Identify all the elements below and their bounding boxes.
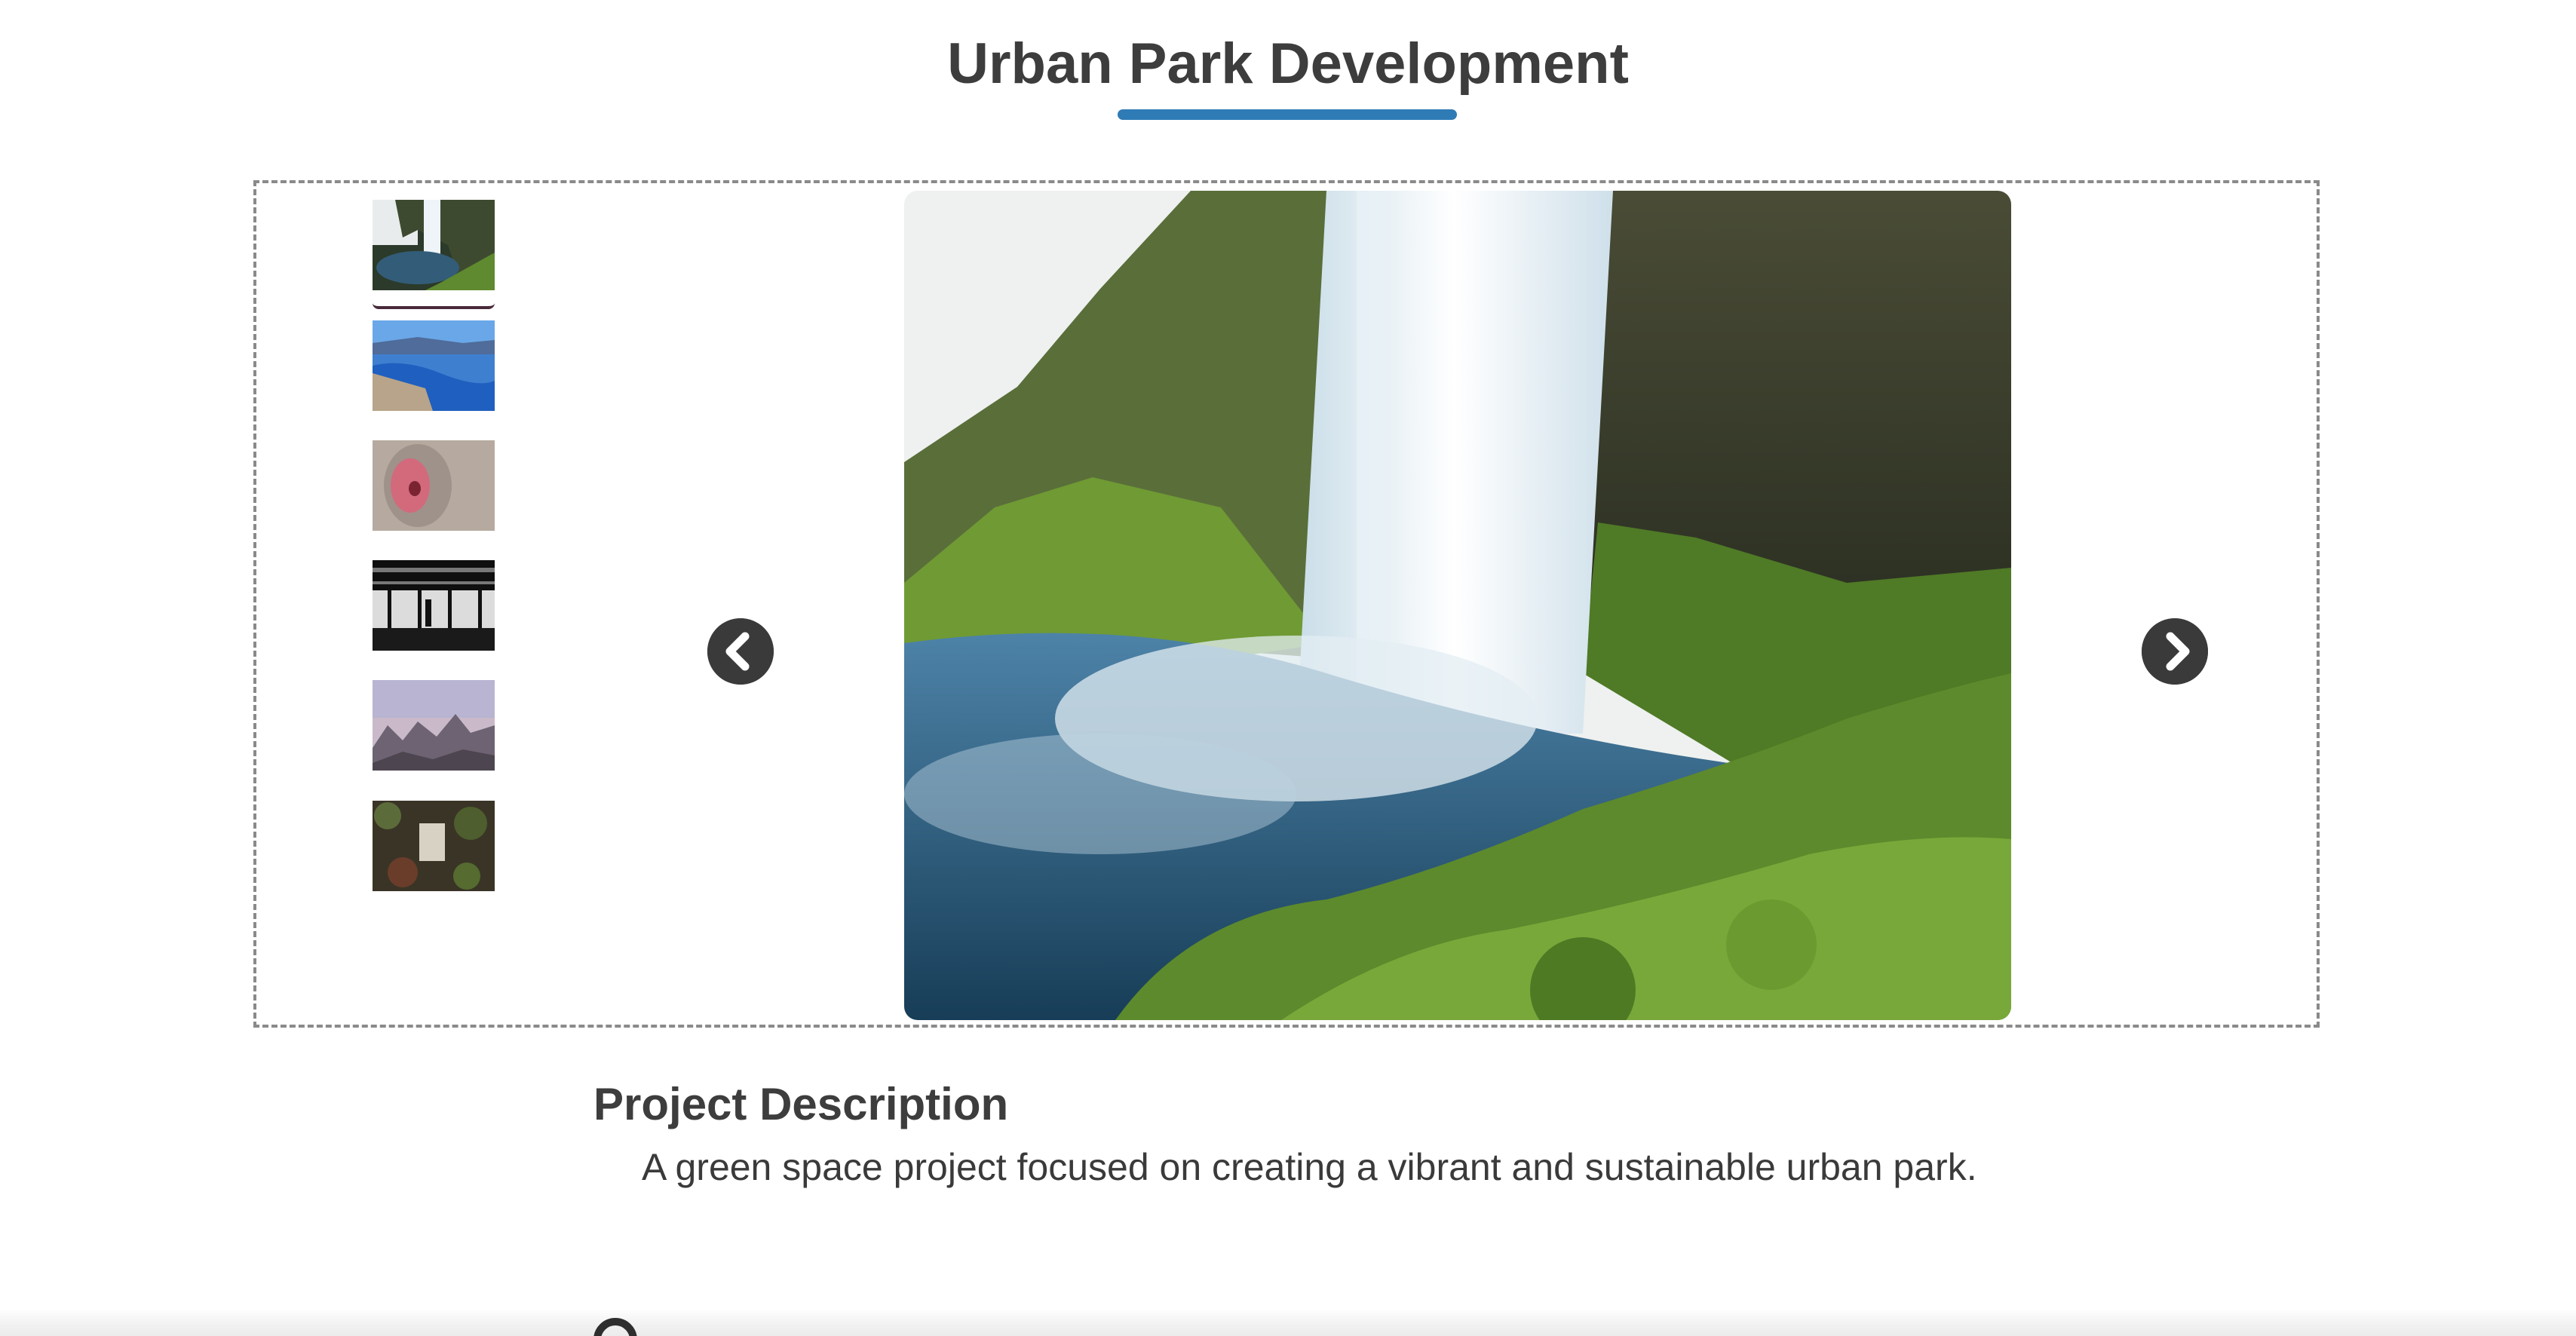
thumbnail-monkey-face[interactable] [373,440,495,531]
thumbnail-waterfall[interactable] [373,200,495,290]
chevron-right-circle-icon[interactable] [2142,618,2208,685]
project-description-text: A green space project focused on creatin… [642,1146,1977,1188]
project-description-heading: Project Description [593,1079,1009,1129]
thumbnail-forest-floor[interactable] [373,801,495,891]
footer-shadow [0,1308,2576,1336]
chevron-left-circle-icon[interactable] [707,618,774,685]
title-underline [1118,109,1457,120]
main-image-waterfall [904,191,2011,1020]
thumbnail-mountain-peaks[interactable] [373,680,495,771]
thumbnail-person-in-station[interactable] [373,560,495,651]
project-detail-page: Urban Park Development Project Descripti… [0,0,2576,1336]
page-title: Urban Park Development [947,32,1629,96]
thumbnail-fjord-lake[interactable] [373,320,495,411]
thumbnail-selected-indicator [373,303,495,309]
